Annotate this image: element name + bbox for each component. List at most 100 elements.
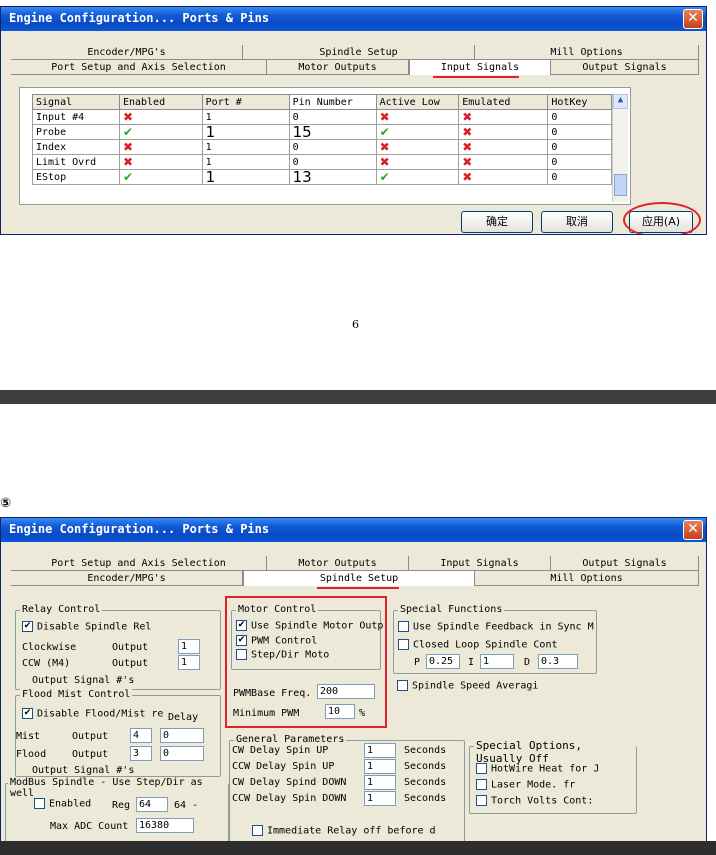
cell-active-low[interactable]: ✖ [375,109,460,125]
pwm-base-freq-field[interactable]: 200 [317,684,375,699]
cell-emulated[interactable]: ✖ [458,139,549,155]
table-row[interactable]: Input #4 ✖ 1 0 ✖ ✖ 0 [32,109,612,125]
cell-active-low[interactable]: ✔ [375,124,460,140]
disable-spindle-relay-checkbox[interactable]: ✔ Disable Spindle Rel [22,621,151,633]
tab-port-setup-2[interactable]: Port Setup and Axis Selection [11,556,267,571]
cell-emulated[interactable]: ✖ [458,169,549,185]
title-bar[interactable]: Engine Configuration... Ports & Pins ✕ [1,7,706,31]
enabled-x-icon[interactable]: ✖ [123,141,133,154]
general-param-field[interactable]: 1 [364,791,396,806]
cell-pin[interactable]: 0 [288,109,377,125]
emulated-x-icon[interactable]: ✖ [462,171,472,184]
cell-signal[interactable]: Input #4 [32,109,120,125]
spindle-speed-avg-checkbox[interactable]: Spindle Speed Averagi [397,680,538,692]
emulated-x-icon[interactable]: ✖ [462,156,472,169]
table-row[interactable]: Index ✖ 1 0 ✖ ✖ 0 [32,139,612,155]
disable-flood-mist-checkbox[interactable]: ✔ Disable Flood/Mist re [22,708,163,720]
flood-delay-field[interactable]: 0 [160,746,204,761]
tab-mill-options[interactable]: Mill Options [475,45,699,60]
ok-button[interactable]: 确定 [461,211,533,233]
scroll-thumb[interactable] [614,174,627,196]
cell-hotkey[interactable]: 0 [547,109,612,125]
table-row[interactable]: Limit Ovrd ✖ 1 0 ✖ ✖ 0 [32,154,612,170]
tab-output-signals[interactable]: Output Signals [551,60,699,75]
flood-output-field[interactable]: 3 [130,746,152,761]
laser-mode-checkbox[interactable]: Laser Mode. fr [476,779,575,791]
cw-output-field[interactable]: 1 [178,639,200,654]
spindle-feedback-checkbox[interactable]: Use Spindle Feedback in Sync M [398,621,594,633]
tab-input-signals[interactable]: Input Signals [409,60,551,75]
cell-emulated[interactable]: ✖ [458,109,549,125]
active-low-check-icon[interactable]: ✔ [380,126,390,139]
immediate-relay-checkbox[interactable]: Immediate Relay off before d [252,825,436,837]
general-param-field[interactable]: 1 [364,743,396,758]
cell-active-low[interactable]: ✖ [375,154,460,170]
cell-signal[interactable]: Limit Ovrd [32,154,120,170]
tab-motor-outputs-2[interactable]: Motor Outputs [267,556,409,571]
tab-spindle-setup[interactable]: Spindle Setup [243,45,475,60]
cell-enabled[interactable]: ✔ [118,169,203,185]
enabled-x-icon[interactable]: ✖ [123,156,133,169]
hotwire-checkbox[interactable]: HotWire Heat for J [476,763,599,775]
cell-signal[interactable]: Probe [32,124,120,140]
tab-spindle-setup-2[interactable]: Spindle Setup [243,571,475,586]
cell-hotkey[interactable]: 0 [547,169,612,185]
title-bar-2[interactable]: Engine Configuration... Ports & Pins ✕ [1,518,706,542]
tab-encoder-mpg-2[interactable]: Encoder/MPG's [11,571,243,586]
cell-enabled[interactable]: ✖ [118,154,203,170]
cell-enabled[interactable]: ✔ [118,124,203,140]
active-low-x-icon[interactable]: ✖ [380,111,390,124]
emulated-x-icon[interactable]: ✖ [462,126,472,139]
cell-port[interactable]: 1 [201,154,290,170]
general-param-field[interactable]: 1 [364,759,396,774]
tab-input-signals-2[interactable]: Input Signals [409,556,551,571]
cell-active-low[interactable]: ✖ [375,139,460,155]
cell-hotkey[interactable]: 0 [547,139,612,155]
active-low-x-icon[interactable]: ✖ [380,141,390,154]
emulated-x-icon[interactable]: ✖ [462,111,472,124]
emulated-x-icon[interactable]: ✖ [462,141,472,154]
cell-port[interactable]: 1 [201,124,290,140]
cell-pin[interactable]: 0 [288,139,377,155]
p-field[interactable]: 0.25 [426,654,460,669]
tab-output-signals-2[interactable]: Output Signals [551,556,699,571]
closed-loop-checkbox[interactable]: Closed Loop Spindle Cont [398,639,558,651]
cell-pin[interactable]: 13 [288,169,377,185]
close-button-2[interactable]: ✕ [683,520,703,540]
tab-port-setup[interactable]: Port Setup and Axis Selection [11,60,267,75]
cell-emulated[interactable]: ✖ [458,154,549,170]
mist-delay-field[interactable]: 0 [160,728,204,743]
cell-signal[interactable]: Index [32,139,120,155]
table-scrollbar[interactable]: ▲ [612,94,628,202]
enabled-x-icon[interactable]: ✖ [123,111,133,124]
cell-enabled[interactable]: ✖ [118,139,203,155]
cell-hotkey[interactable]: 0 [547,154,612,170]
close-button[interactable]: ✕ [683,9,703,29]
use-spindle-motor-checkbox[interactable]: ✔ Use Spindle Motor Outp [236,620,383,632]
active-low-check-icon[interactable]: ✔ [380,171,390,184]
tab-motor-outputs[interactable]: Motor Outputs [267,60,409,75]
table-row[interactable]: Probe ✔ 1 15 ✔ ✖ 0 [32,124,612,140]
d-field[interactable]: 0.3 [538,654,578,669]
scroll-up-icon[interactable]: ▲ [613,94,628,109]
general-param-field[interactable]: 1 [364,775,396,790]
cell-pin[interactable]: 15 [288,124,377,140]
ccw-output-field[interactable]: 1 [178,655,200,670]
tab-mill-options-2[interactable]: Mill Options [475,571,699,586]
min-pwm-field[interactable]: 10 [325,704,355,719]
enabled-check-icon[interactable]: ✔ [123,126,133,139]
mist-output-field[interactable]: 4 [130,728,152,743]
max-adc-field[interactable]: 16380 [136,818,194,833]
table-row[interactable]: EStop ✔ 1 13 ✔ ✖ 0 [32,169,612,185]
enabled-check-icon[interactable]: ✔ [123,171,133,184]
cell-active-low[interactable]: ✔ [375,169,460,185]
stepdir-motor-checkbox[interactable]: Step/Dir Moto [236,649,329,661]
cell-port[interactable]: 1 [201,139,290,155]
cancel-button[interactable]: 取消 [541,211,613,233]
cell-emulated[interactable]: ✖ [458,124,549,140]
cell-signal[interactable]: EStop [32,169,120,185]
cell-port[interactable]: 1 [201,109,290,125]
cell-pin[interactable]: 0 [288,154,377,170]
pwm-control-checkbox[interactable]: ✔ PWM Control [236,635,317,647]
i-field[interactable]: 1 [480,654,514,669]
